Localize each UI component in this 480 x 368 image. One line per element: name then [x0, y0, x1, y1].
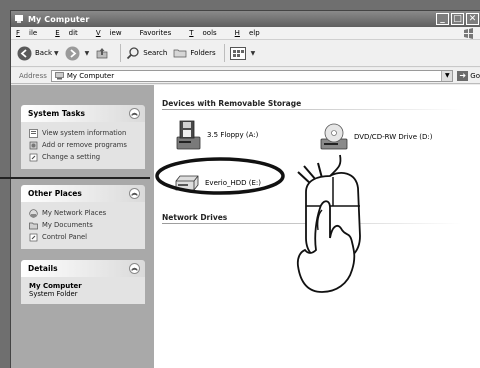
mouse-click-icon: [296, 154, 361, 293]
click-mark: [317, 162, 323, 179]
highlight-ellipse: [155, 157, 285, 195]
callout-overlay: [0, 154, 361, 293]
